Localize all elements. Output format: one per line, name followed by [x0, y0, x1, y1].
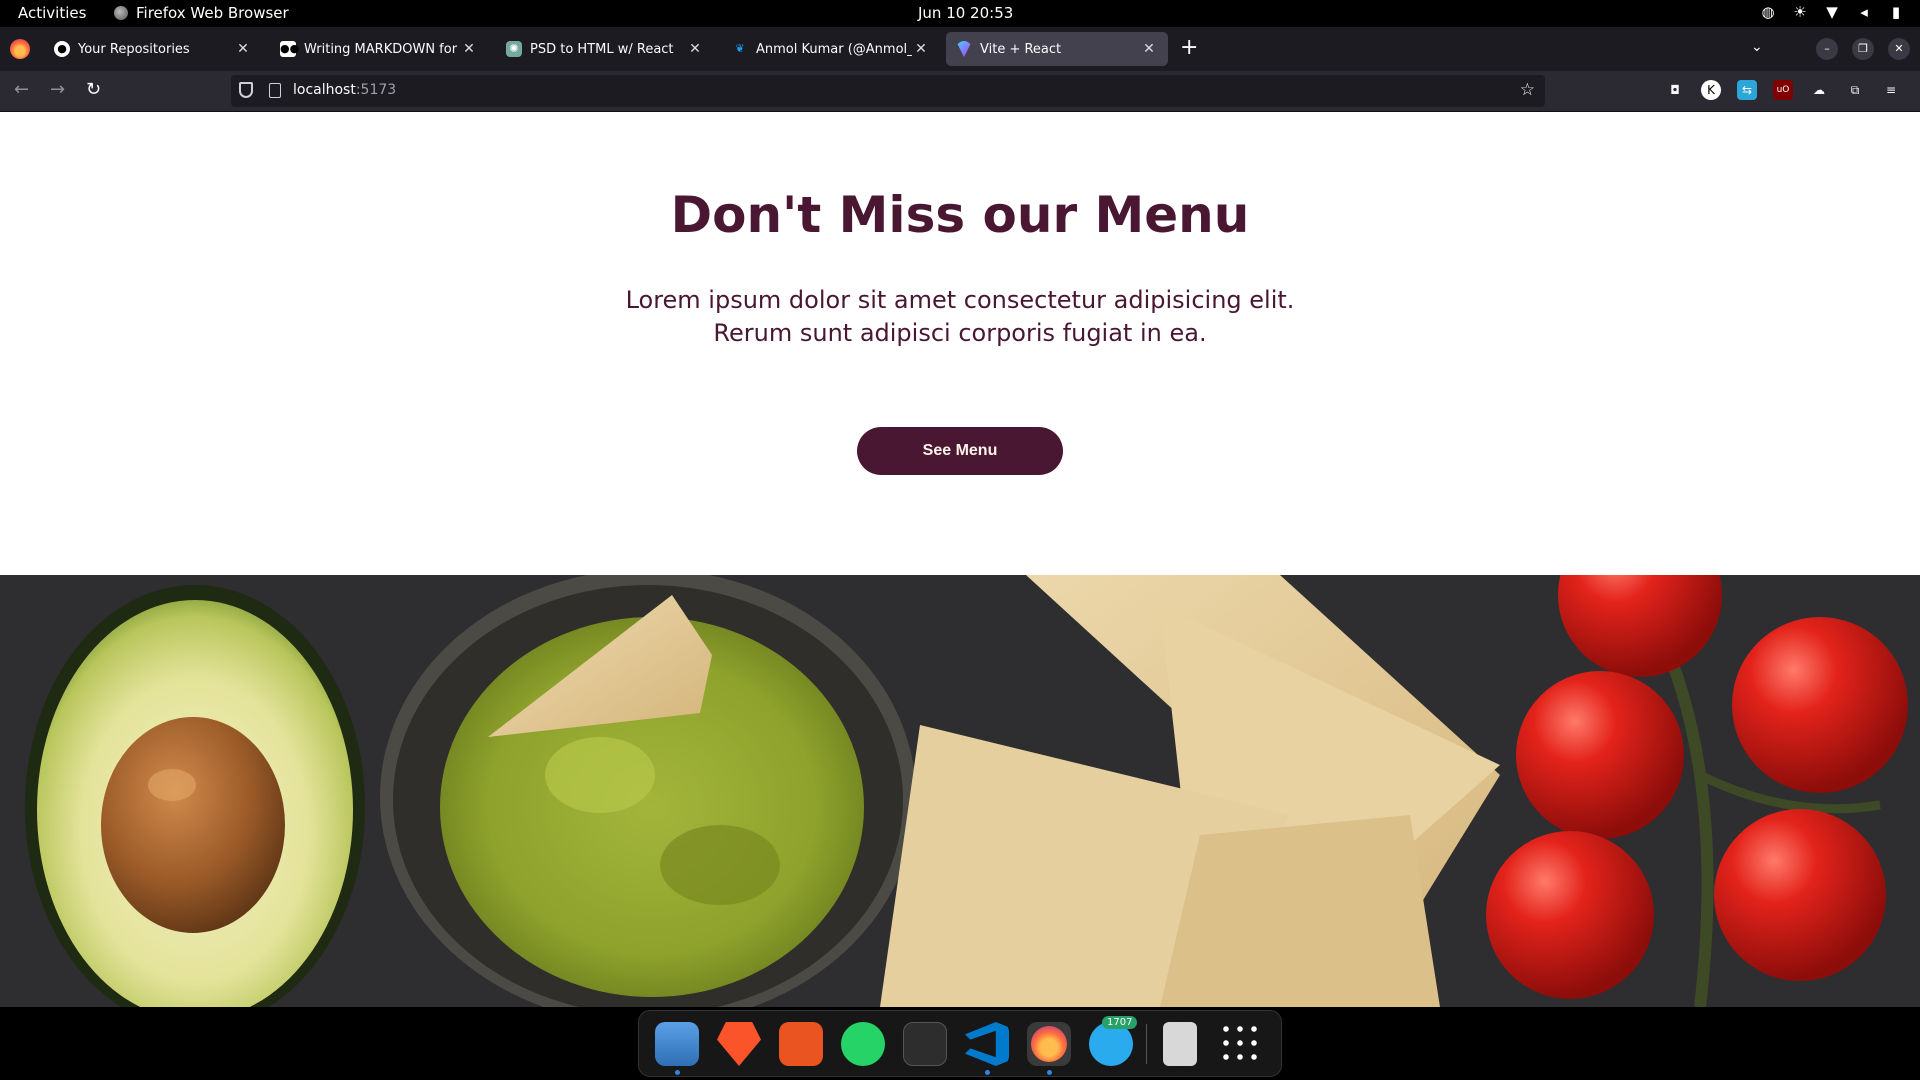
tab-your-repositories[interactable]: ● Your Repositories ✕ [44, 32, 262, 66]
app-menu[interactable]: Firefox Web Browser [114, 4, 289, 22]
wifi-icon[interactable]: ▼ [1822, 3, 1842, 21]
extension-translate-icon[interactable]: ⇆ [1737, 80, 1757, 100]
firefox-view-icon[interactable] [10, 39, 30, 59]
reload-icon[interactable]: ↻ [86, 80, 101, 100]
whatsapp-icon[interactable] [841, 1022, 885, 1066]
vscode-icon[interactable] [965, 1022, 1009, 1066]
list-all-tabs-button[interactable]: ⌄ [1751, 39, 1763, 55]
minimize-button[interactable]: – [1816, 38, 1838, 60]
window-controls: – ❐ ✕ [1816, 38, 1910, 60]
app-name-label: Firefox Web Browser [136, 4, 289, 22]
brightness-icon[interactable]: ☀ [1790, 3, 1810, 21]
see-menu-button[interactable]: See Menu [857, 427, 1063, 475]
toolbar-extensions: ◘ K ⇆ uO ☁ ⧉ ≡ [1665, 80, 1901, 100]
page-subtext: Lorem ipsum dolor sit amet consectetur a… [560, 284, 1360, 350]
extension-cloud-icon[interactable]: ☁ [1809, 80, 1829, 100]
url-port: :5173 [355, 82, 397, 98]
running-indicator [675, 1070, 680, 1075]
web-page: Don't Miss our Menu Lorem ipsum dolor si… [0, 112, 1920, 1007]
tab-strip: ● Your Repositories ✕ ●● Writing MARKDOW… [0, 27, 1920, 71]
globe-icon[interactable]: ◍ [1758, 3, 1778, 21]
system-top-bar: Activities Firefox Web Browser Jun 10 20… [0, 0, 1920, 27]
running-indicator [985, 1070, 990, 1075]
vite-icon [956, 41, 972, 57]
tab-label: PSD to HTML w/ React [530, 41, 674, 57]
clock[interactable]: Jun 10 20:53 [918, 4, 1013, 22]
close-icon[interactable]: ✕ [912, 41, 930, 57]
twitter-icon: ❦ [735, 42, 745, 55]
tab-vite-react[interactable]: Vite + React ✕ [946, 32, 1168, 66]
battery-icon[interactable]: ▮ [1886, 3, 1906, 21]
tab-label: Vite + React [980, 41, 1062, 57]
close-window-button[interactable]: ✕ [1888, 38, 1910, 60]
close-icon[interactable]: ✕ [234, 41, 252, 57]
telegram-unread-badge: 1707 [1102, 1016, 1138, 1029]
back-icon[interactable]: ← [14, 80, 29, 100]
dock-separator [1146, 1024, 1147, 1064]
tracking-protection-shield-icon[interactable] [239, 82, 253, 98]
close-icon[interactable]: ✕ [686, 41, 704, 57]
page-info-icon[interactable] [269, 83, 281, 98]
chatgpt-icon: ✺ [506, 41, 522, 57]
dock [638, 1010, 1282, 1077]
tab-label: Writing MARKDOWN for yo [304, 41, 460, 57]
brave-icon[interactable] [717, 1022, 761, 1066]
firefox-icon [114, 6, 128, 20]
close-icon[interactable]: ✕ [460, 41, 478, 57]
app-store-icon[interactable] [779, 1022, 823, 1066]
app-grid-icon[interactable] [1219, 1022, 1263, 1066]
navigation-toolbar: ← → ↻ localhost:5173 ☆ ◘ K ⇆ uO ☁ ⧉ ≡ [0, 71, 1920, 112]
extension-k-icon[interactable]: K [1701, 80, 1721, 100]
system-tray[interactable]: ◍ ☀ ▼ ◂ ▮ [1758, 3, 1906, 21]
pocket-icon[interactable]: ◘ [1665, 80, 1685, 100]
activities-button[interactable]: Activities [18, 4, 86, 22]
ublock-origin-icon[interactable]: uO [1773, 80, 1793, 100]
tab-psd-to-html[interactable]: ✺ PSD to HTML w/ React ✕ [496, 32, 714, 66]
page-heading: Don't Miss our Menu [670, 186, 1250, 244]
url-host: localhost [293, 82, 356, 98]
guacamole-bowl-image [380, 575, 916, 1007]
trash-icon[interactable] [1163, 1022, 1197, 1066]
close-icon[interactable]: ✕ [1140, 41, 1158, 57]
tab-label: Anmol Kumar (@Anmol_kr [756, 41, 912, 57]
url-bar[interactable]: localhost:5173 ☆ [231, 75, 1545, 107]
new-tab-button[interactable]: + [1180, 37, 1198, 59]
running-indicator [1047, 1070, 1052, 1075]
terminal-icon[interactable] [903, 1022, 947, 1066]
files-icon[interactable] [655, 1022, 699, 1066]
restore-button[interactable]: ❐ [1852, 38, 1874, 60]
subtext-line-2: Rerum sunt adipisci corporis fugiat in e… [713, 319, 1207, 347]
firefox-icon[interactable] [1031, 1026, 1067, 1062]
medium-icon: ●● [280, 41, 300, 57]
bookmark-star-icon[interactable]: ☆ [1520, 80, 1535, 100]
forward-icon[interactable]: → [50, 80, 65, 100]
subtext-line-1: Lorem ipsum dolor sit amet consectetur a… [625, 286, 1295, 314]
url-text[interactable]: localhost:5173 [293, 82, 396, 98]
extensions-puzzle-icon[interactable]: ⧉ [1845, 80, 1865, 100]
tab-twitter[interactable]: ❦ Anmol Kumar (@Anmol_kr ✕ [722, 32, 940, 66]
tab-writing-markdown[interactable]: ●● Writing MARKDOWN for yo ✕ [270, 32, 488, 66]
github-icon: ● [54, 41, 70, 57]
volume-icon[interactable]: ◂ [1854, 3, 1874, 21]
food-banner-image [0, 575, 1920, 1007]
tab-label: Your Repositories [78, 41, 190, 57]
hamburger-menu-icon[interactable]: ≡ [1881, 80, 1901, 100]
